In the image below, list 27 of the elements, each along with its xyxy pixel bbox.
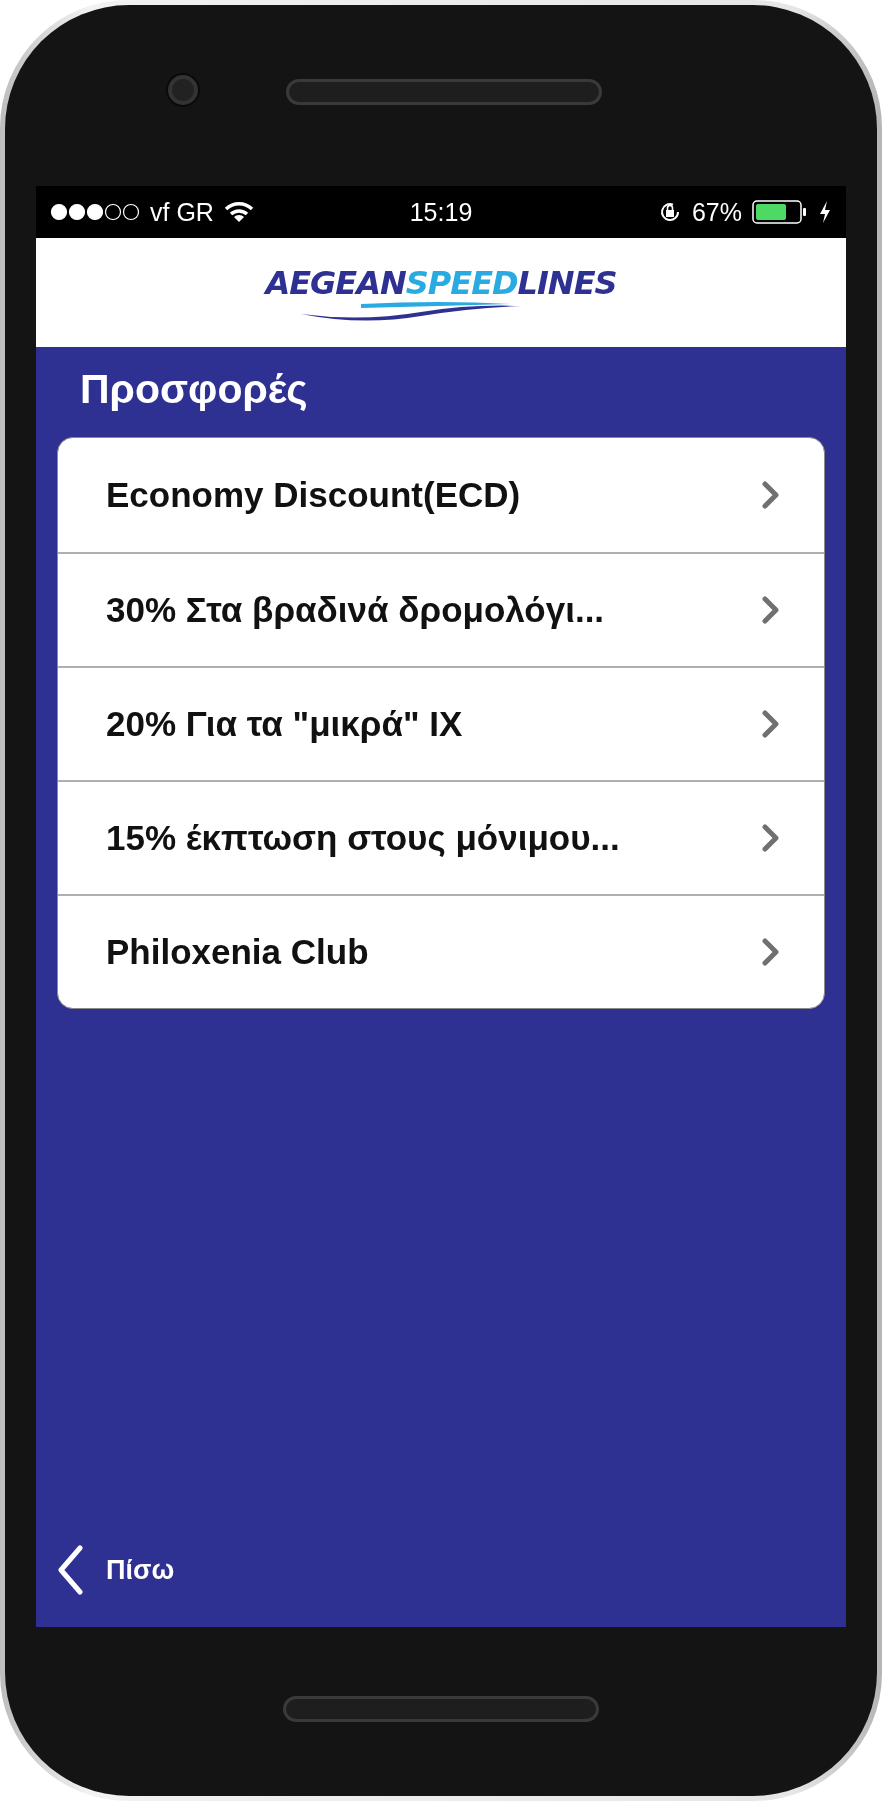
offer-title: 30% Στα βραδινά δρομολόγι...: [106, 590, 605, 630]
chevron-right-icon: [762, 710, 780, 738]
offer-list-item[interactable]: Philoxenia Club: [58, 894, 824, 1008]
battery-percentage: 67%: [691, 197, 742, 227]
charging-bolt-icon: [818, 200, 832, 224]
battery-icon: [752, 200, 808, 224]
chevron-right-icon: [762, 481, 780, 509]
carrier-name: vf GR: [150, 197, 214, 227]
offer-list-item[interactable]: 20% Για τα "μικρά" ΙΧ: [58, 666, 824, 780]
clock-time: 15:19: [409, 197, 473, 227]
offer-list-item[interactable]: Economy Discount(ECD): [58, 438, 824, 552]
offer-title: Philoxenia Club: [106, 932, 369, 972]
chevron-right-icon: [762, 938, 780, 966]
company-logo: AEGEANSPEEDLINES: [265, 263, 617, 322]
chevron-right-icon: [762, 824, 780, 852]
offer-title: 20% Για τα "μικρά" ΙΧ: [106, 704, 463, 744]
offer-title: Economy Discount(ECD): [106, 475, 521, 515]
back-button[interactable]: Πίσω: [36, 1545, 175, 1595]
chevron-left-icon: [56, 1545, 84, 1595]
chevron-right-icon: [762, 596, 780, 624]
offer-list-item[interactable]: 15% έκπτωση στους μόνιμου...: [58, 780, 824, 894]
page-title: Προσφορές: [80, 365, 309, 413]
offer-title: 15% έκπτωση στους μόνιμου...: [106, 818, 620, 858]
signal-dots-icon: [50, 203, 140, 221]
wifi-icon: [223, 201, 254, 223]
camera: [168, 75, 198, 105]
offer-list-item[interactable]: 30% Στα βραδινά δρομολόγι...: [58, 552, 824, 666]
